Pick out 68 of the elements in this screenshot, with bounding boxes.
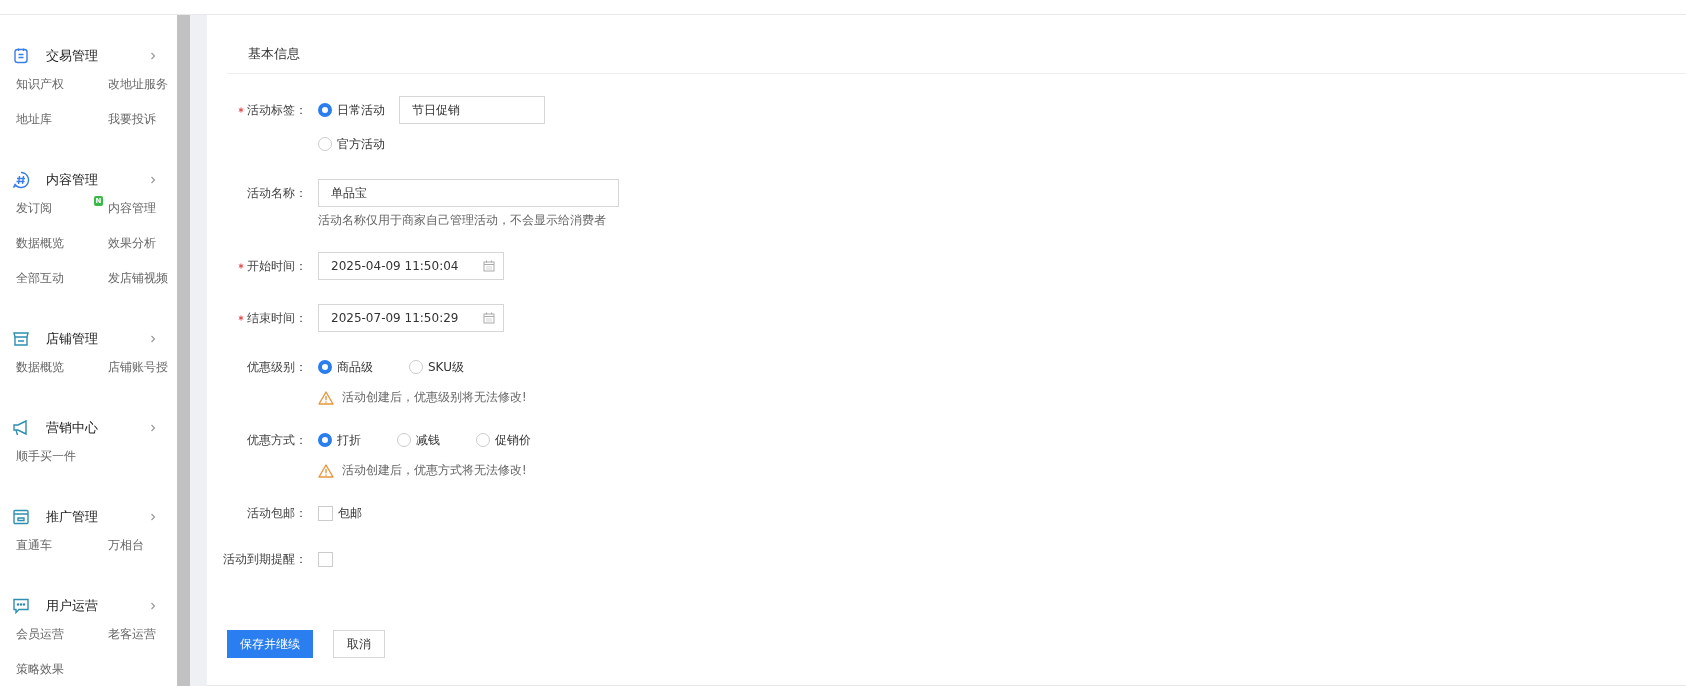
menu-item[interactable]: 顺手买一件 (16, 448, 76, 465)
menu-item[interactable]: 发订阅 (16, 200, 52, 217)
chat-icon (12, 597, 30, 615)
menu-item[interactable]: 我要投诉 (108, 111, 156, 128)
field-label: 结束时间： (247, 310, 307, 326)
chevron-right-icon[interactable] (149, 335, 157, 343)
menu-item[interactable]: 直通车 (16, 537, 52, 554)
radio-option[interactable]: SKU级 (409, 358, 464, 376)
field-label: 活动名称： (247, 185, 307, 201)
chevron-right-icon[interactable] (149, 424, 157, 432)
chevron-right-icon[interactable] (149, 52, 157, 60)
chevron-right-icon[interactable] (149, 602, 157, 610)
store-icon (12, 330, 30, 348)
menu-item[interactable]: 店铺账号授 (108, 359, 168, 376)
menu-item[interactable]: 策略效果 (16, 661, 64, 678)
field-label: 活动标签： (247, 102, 307, 118)
menu-item[interactable]: 数据概览 (16, 359, 64, 376)
scrollbar[interactable] (177, 15, 190, 686)
chevron-right-icon[interactable] (149, 513, 157, 521)
radio-option[interactable]: 促销价 (476, 431, 531, 449)
warning-icon (318, 463, 334, 478)
calendar-icon (483, 260, 495, 272)
text-field[interactable]: 节日促销 (399, 96, 545, 124)
menu-group-title[interactable]: 内容管理 (46, 171, 98, 189)
menu-group-title[interactable]: 营销中心 (46, 419, 98, 437)
checkbox[interactable]: 包邮 (318, 504, 362, 522)
menu-item[interactable]: 效果分析 (108, 235, 156, 252)
menu-item[interactable]: 知识产权 (16, 76, 64, 93)
checkbox[interactable] (318, 551, 333, 567)
clipboard-icon (12, 47, 30, 65)
menu-item[interactable]: 老客运营 (108, 626, 156, 643)
field-label: 开始时间： (247, 258, 307, 274)
archive-icon (12, 508, 30, 526)
menu-item[interactable]: 会员运营 (16, 626, 64, 643)
menu-group-title[interactable]: 店铺管理 (46, 330, 98, 348)
radio-option[interactable]: 商品级 (318, 358, 373, 376)
menu-group-title[interactable]: 交易管理 (46, 47, 98, 65)
field-label: 活动包邮： (247, 505, 307, 521)
cancel-button[interactable]: 取消 (333, 630, 385, 658)
menu-item[interactable]: 全部互动 (16, 270, 64, 287)
date-field[interactable]: 2025-07-09 11:50:29 (318, 304, 504, 332)
field-label: 活动到期提醒： (223, 551, 307, 567)
radio-option[interactable]: 打折 (318, 431, 361, 449)
field-label: 优惠方式： (247, 432, 307, 448)
menu-item[interactable]: 数据概览 (16, 235, 64, 252)
calendar-icon (483, 312, 495, 324)
menu-group-title[interactable]: 用户运营 (46, 597, 98, 615)
chevron-right-icon[interactable] (149, 176, 157, 184)
menu-item[interactable]: 发店铺视频 (108, 270, 168, 287)
warning-icon (318, 390, 334, 405)
menu-item[interactable]: 内容管理 (108, 200, 156, 217)
warning-text: 活动创建后，优惠级别将无法修改! (342, 390, 527, 405)
radio-option[interactable]: 官方活动 (318, 135, 385, 153)
menu-item[interactable]: 地址库 (16, 111, 52, 128)
field-label: 优惠级别： (247, 359, 307, 375)
menu-item[interactable]: 改地址服务 (108, 76, 168, 93)
hint-text: 活动名称仅用于商家自己管理活动，不会显示给消费者 (318, 213, 607, 228)
radio-option[interactable]: 减钱 (397, 431, 440, 449)
save-button[interactable]: 保存并继续 (227, 630, 313, 658)
menu-group-title[interactable]: 推广管理 (46, 508, 98, 526)
text-field[interactable]: 单品宝 (318, 179, 619, 207)
date-field[interactable]: 2025-04-09 11:50:04 (318, 252, 504, 280)
section-title: 基本信息 (247, 45, 301, 63)
hash-icon (12, 171, 30, 189)
radio-option[interactable]: 日常活动 (318, 101, 385, 119)
warning-text: 活动创建后，优惠方式将无法修改! (342, 463, 527, 478)
megaphone-icon (12, 419, 30, 437)
menu-item[interactable]: 万相台 (108, 537, 144, 554)
